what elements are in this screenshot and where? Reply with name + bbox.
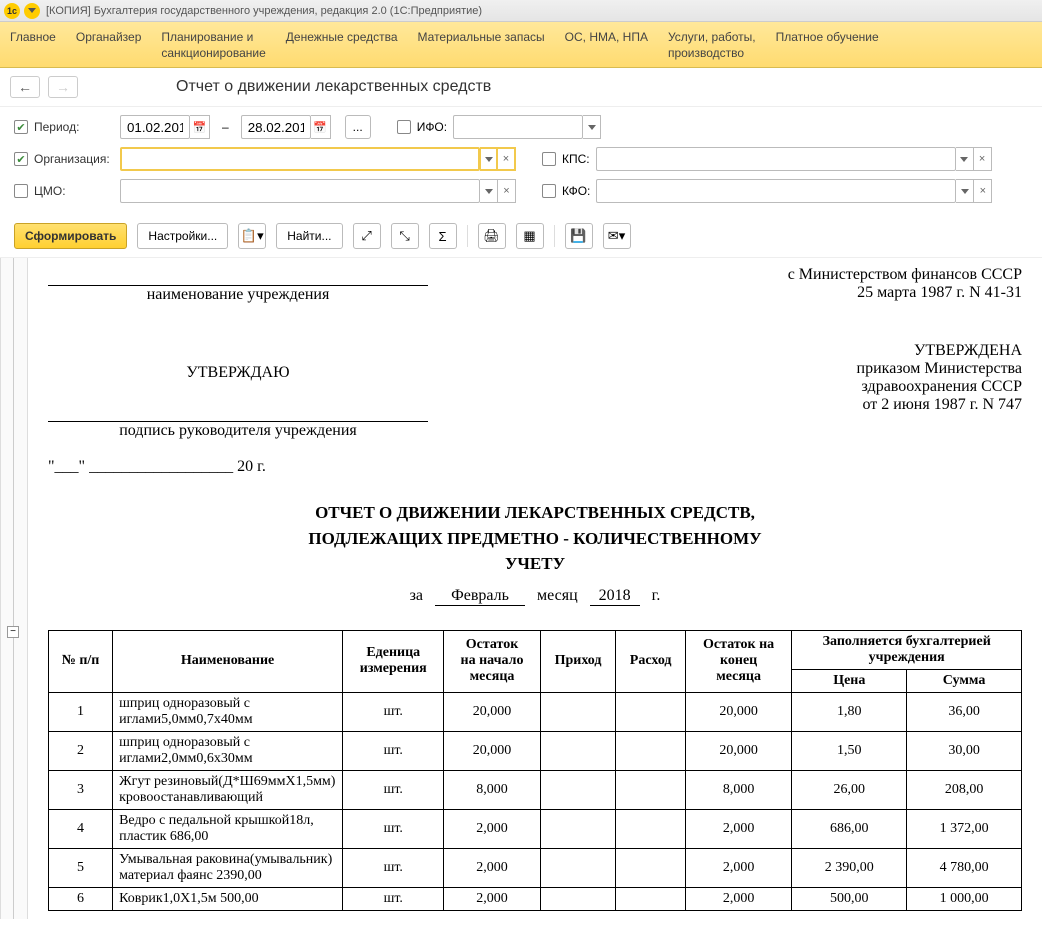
main-menu: Главное Органайзер Планирование и санкци… [0,22,1042,68]
menu-paid-edu[interactable]: Платное обучение [776,30,879,61]
institution-line [48,268,428,286]
report-area: − наименование учреждения УТВЕРЖДАЮ подп… [0,258,1042,919]
ifo-label: ИФО: [417,120,447,134]
data-table: № п/п Наименование Еденица измерения Ост… [48,630,1022,911]
kps-clear-button[interactable]: × [974,147,992,171]
date-blank: "___" __________________ 20 г. [48,458,428,476]
action-bar: Сформировать Настройки... 📋▾ Найти... ⤢ … [0,219,1042,258]
period-checkbox[interactable] [14,120,28,134]
cmo-dropdown-icon[interactable] [480,179,498,203]
kfo-checkbox[interactable] [542,184,556,198]
window-title: [КОПИЯ] Бухгалтерия государственного учр… [46,5,482,17]
date-dash: – [222,120,229,134]
collapse-rows-button[interactable]: ⤡ [391,223,419,249]
ifo-input[interactable] [453,115,583,139]
cmo-checkbox[interactable] [14,184,28,198]
menu-materials[interactable]: Материальные запасы [418,30,545,61]
table-row[interactable]: 3Жгут резиновый(Д*Ш69ммХ1,5мм) кровооста… [49,770,1022,809]
sum-button[interactable]: Σ [429,223,457,249]
approved-line1: УТВЕРЖДЕНА [712,342,1022,360]
separator [467,225,468,247]
kfo-clear-button[interactable]: × [974,179,992,203]
col-acct: Заполняется бухгалтерией учреждения [792,630,1022,669]
col-income: Приход [540,630,616,692]
date-from-input[interactable] [120,115,190,139]
collapse-toggle[interactable]: − [7,626,19,638]
menu-main[interactable]: Главное [10,30,56,61]
table-row[interactable]: 4Ведро с педальной крышкой18л, пластик 6… [49,809,1022,848]
period-more-button[interactable]: ... [345,115,371,139]
print-button[interactable]: 🖨 [478,223,506,249]
org-label: Организация: [34,152,114,166]
menu-assets[interactable]: ОС, НМА, НПА [565,30,648,61]
email-button[interactable]: ✉▾ [603,223,631,249]
variants-button[interactable]: 📋▾ [238,223,266,249]
signature-line [48,404,428,422]
menu-organizer[interactable]: Органайзер [76,30,142,61]
table-row[interactable]: 6Коврик1,0Х1,5м 500,00шт.2,0002,000500,0… [49,887,1022,910]
report-period: за Февраль месяц 2018 г. [48,587,1022,606]
col-end: Остаток на конец месяца [685,630,792,692]
filter-panel: Период: 📅 – 📅 ... ИФО: Организация: × [0,107,1042,219]
table-row[interactable]: 2шприц одноразовый с иглами2,0мм0,6х30мм… [49,731,1022,770]
ifo-checkbox[interactable] [397,120,411,134]
find-button[interactable]: Найти... [276,223,342,249]
approved-line4: от 2 июня 1987 г. N 747 [712,396,1022,414]
approved-line2: приказом Министерства [712,360,1022,378]
org-dropdown-icon[interactable] [480,147,498,171]
org-input[interactable] [120,147,480,171]
agree-line2: 25 марта 1987 г. N 41-31 [712,284,1022,302]
run-button[interactable]: Сформировать [14,223,127,249]
title-bar: 1c [КОПИЯ] Бухгалтерия государственного … [0,0,1042,22]
kps-dropdown-icon[interactable] [956,147,974,171]
approve-label: УТВЕРЖДАЮ [48,364,428,382]
page-title: Отчет о движении лекарственных средств [176,78,491,96]
org-checkbox[interactable] [14,152,28,166]
col-start: Остаток на начало месяца [444,630,540,692]
expand-button[interactable]: ⤢ [353,223,381,249]
ifo-dropdown-icon[interactable] [583,115,601,139]
cmo-label: ЦМО: [34,184,114,198]
outline-gutter: − [0,258,28,919]
kps-input[interactable] [596,147,956,171]
app-dropdown-icon[interactable] [24,3,40,19]
nav-back-button[interactable]: ← [10,76,40,98]
cmo-clear-button[interactable]: × [498,179,516,203]
col-unit: Еденица измерения [343,630,444,692]
table-row[interactable]: 1шприц одноразовый с иглами5,0мм0,7х40мм… [49,692,1022,731]
col-name: Наименование [113,630,343,692]
col-sum: Сумма [907,669,1022,692]
menu-planning[interactable]: Планирование и санкционирование [161,30,265,61]
report-title: ОТЧЕТ О ДВИЖЕНИИ ЛЕКАРСТВЕННЫХ СРЕДСТВ, … [48,500,1022,577]
org-clear-button[interactable]: × [498,147,516,171]
kfo-label: КФО: [562,184,590,198]
col-expense: Расход [616,630,685,692]
menu-money[interactable]: Денежные средства [286,30,398,61]
cmo-input[interactable] [120,179,480,203]
app-icon: 1c [4,3,20,19]
nav-toolbar: ← → Отчет о движении лекарственных средс… [0,68,1042,107]
kfo-dropdown-icon[interactable] [956,179,974,203]
date-from-calendar-icon[interactable]: 📅 [190,115,210,139]
report-body: наименование учреждения УТВЕРЖДАЮ подпис… [28,258,1042,919]
col-price: Цена [792,669,907,692]
approved-line3: здравоохранения СССР [712,378,1022,396]
nav-forward-button[interactable]: → [48,76,78,98]
agree-line1: с Министерством финансов СССР [712,266,1022,284]
kps-label: КПС: [562,152,590,166]
separator [554,225,555,247]
table-button[interactable]: ▦ [516,223,544,249]
institution-label: наименование учреждения [48,286,428,304]
table-row[interactable]: 5Умывальная раковина(умывальник) материа… [49,848,1022,887]
period-label: Период: [34,120,114,134]
settings-button[interactable]: Настройки... [137,223,228,249]
kfo-input[interactable] [596,179,956,203]
col-num: № п/п [49,630,113,692]
menu-services[interactable]: Услуги, работы, производство [668,30,756,61]
kps-checkbox[interactable] [542,152,556,166]
signature-label: подпись руководителя учреждения [48,422,428,440]
date-to-input[interactable] [241,115,311,139]
save-button[interactable]: 💾 [565,223,593,249]
date-to-calendar-icon[interactable]: 📅 [311,115,331,139]
